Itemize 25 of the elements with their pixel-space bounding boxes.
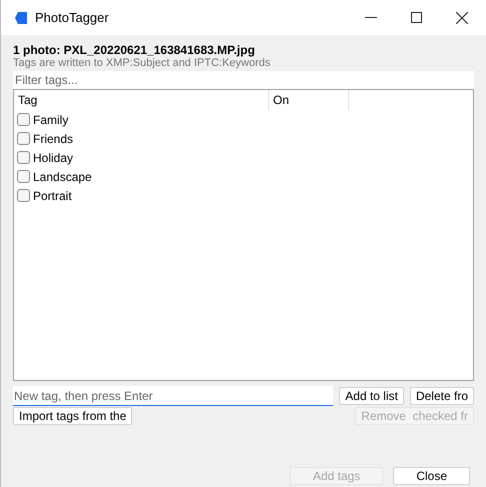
action-button[interactable]: Add to list (339, 387, 404, 405)
window-title: PhotoTagger (35, 8, 109, 27)
action-button[interactable]: Close (393, 467, 470, 485)
close-icon[interactable] (456, 12, 468, 24)
tag-icon (15, 12, 27, 24)
tag-label: Holiday (33, 150, 74, 166)
filter-field[interactable]: Filter tags... (13, 71, 474, 89)
checkbox[interactable] (17, 170, 30, 183)
action-button[interactable]: Import tags from the (13, 407, 132, 425)
action-button[interactable]: Delete fro (410, 387, 474, 405)
column-header[interactable]: On (269, 90, 349, 110)
checkbox[interactable] (17, 151, 30, 164)
tag-label: Portrait (33, 188, 72, 204)
maximize-icon[interactable] (411, 12, 422, 23)
tag-label: Friends (33, 130, 74, 148)
checkbox[interactable] (17, 189, 30, 202)
new-tag-field[interactable]: New tag, then press Enter (13, 386, 334, 406)
column-header[interactable]: Tag (14, 90, 269, 110)
checkbox[interactable] (17, 113, 30, 126)
subtitle: Tags are written to XMP:Subject and IPTC:Keywords (13, 57, 272, 70)
photo-title: 1 photo: PXL_20220621_163841683.MP.jpg (13, 43, 256, 57)
checkbox[interactable] (17, 132, 30, 145)
tag-label: Family (33, 112, 68, 128)
minimize-icon[interactable] (365, 16, 377, 18)
tag-label: Landscape (33, 168, 92, 186)
